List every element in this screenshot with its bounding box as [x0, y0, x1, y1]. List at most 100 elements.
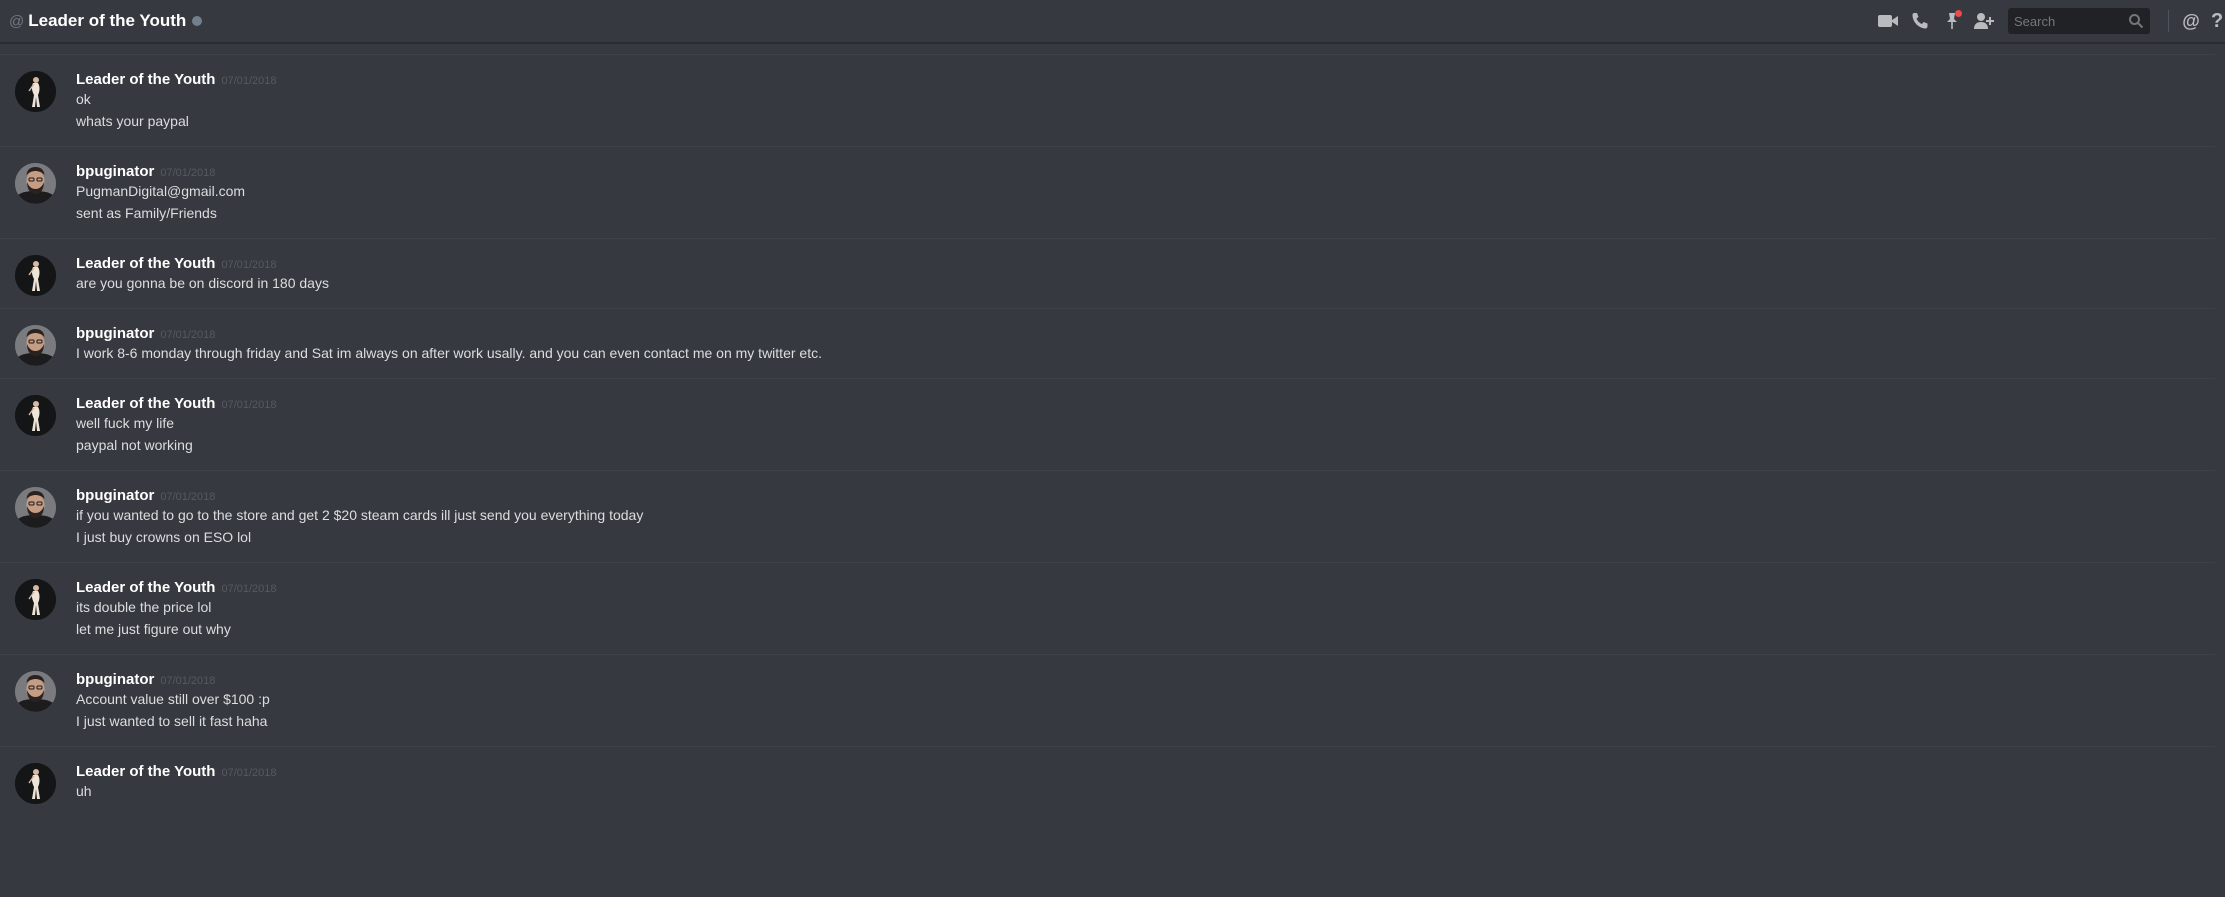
- avatar-figure-icon: [15, 763, 56, 804]
- username[interactable]: Leader of the Youth: [76, 71, 215, 88]
- message-header: bpuginator 07/01/2018: [76, 325, 2215, 342]
- help-button[interactable]: ?: [2211, 9, 2225, 33]
- toolbar-divider: [2168, 10, 2169, 32]
- avatar-figure-icon: [15, 395, 56, 436]
- message-group: bpuginator 07/01/2018 I work 8-6 monday th…: [0, 308, 2215, 378]
- message-text: its double the price lol: [76, 599, 212, 615]
- message-text: PugmanDigital@gmail.com: [76, 183, 246, 199]
- message-content: Leader of the Youth 07/01/2018 ok whats you…: [76, 71, 2215, 132]
- message-text: paypal not working: [76, 437, 193, 453]
- timestamp: 07/01/2018: [160, 329, 216, 341]
- channel-title: Leader of the Youth: [28, 11, 187, 30]
- message-header: Leader of the Youth 07/01/2018: [76, 255, 2215, 272]
- message-text: well fuck my life: [76, 415, 175, 431]
- timestamp: 07/01/2018: [160, 167, 216, 179]
- message-group: bpuginator 07/01/2018 PugmanDigital@gmail.…: [0, 146, 2215, 238]
- avatar[interactable]: [15, 579, 56, 620]
- message-header: bpuginator 07/01/2018: [76, 487, 2215, 504]
- timestamp: 07/01/2018: [221, 75, 277, 87]
- timestamp: 07/01/2018: [221, 583, 277, 595]
- video-call-icon: [1878, 15, 1898, 27]
- add-friend-icon: [1974, 13, 1994, 29]
- mentions-button[interactable]: @: [2179, 9, 2203, 33]
- message-header: Leader of the Youth 07/01/2018: [76, 71, 2215, 88]
- message-group: Leader of the Youth 07/01/2018 uh: [0, 746, 2215, 816]
- channel-header: @ Leader of the Youth @: [0, 0, 2225, 43]
- message-list: Leader of the Youth 07/01/2018 ok whats you…: [0, 54, 2225, 816]
- username[interactable]: Leader of the Youth: [76, 395, 215, 412]
- message-content: Leader of the Youth 07/01/2018 are you gon…: [76, 255, 2215, 294]
- message-content: Leader of the Youth 07/01/2018 its double …: [76, 579, 2215, 640]
- timestamp: 07/01/2018: [221, 259, 277, 271]
- avatar[interactable]: [15, 255, 56, 296]
- search-input[interactable]: [2008, 12, 2126, 30]
- message-group: Leader of the Youth 07/01/2018 ok whats you…: [0, 54, 2215, 146]
- message-text: are you gonna be on discord in 180 days: [76, 275, 329, 291]
- avatar-figure-icon: [15, 71, 56, 112]
- username[interactable]: Leader of the Youth: [76, 255, 215, 272]
- message-group: Leader of the Youth 07/01/2018 are you gon…: [0, 238, 2215, 308]
- message-header: Leader of the Youth 07/01/2018: [76, 395, 2215, 412]
- message-content: bpuginator 07/01/2018 I work 8-6 monday th…: [76, 325, 2215, 364]
- timestamp: 07/01/2018: [160, 675, 216, 687]
- message-text: I work 8-6 monday through friday and Sat…: [76, 345, 822, 361]
- avatar[interactable]: [15, 163, 56, 204]
- avatar-man-icon: [15, 325, 56, 366]
- avatar[interactable]: [15, 395, 56, 436]
- message-text: I just wanted to sell it fast haha: [76, 713, 268, 729]
- message-text: sent as Family/Friends: [76, 205, 217, 221]
- avatar[interactable]: [15, 325, 56, 366]
- message-content: bpuginator 07/01/2018 Account value still …: [76, 671, 2215, 732]
- avatar-man-icon: [15, 163, 56, 204]
- search-icon: [2129, 14, 2144, 29]
- header-toolbar: @ ?: [1872, 0, 2225, 42]
- avatar[interactable]: [15, 487, 56, 528]
- username[interactable]: bpuginator: [76, 487, 154, 504]
- add-friend-button[interactable]: [1972, 9, 1996, 33]
- message-header: Leader of the Youth 07/01/2018: [76, 579, 2215, 596]
- unread-badge: [1955, 10, 1962, 17]
- timestamp: 07/01/2018: [221, 399, 277, 411]
- username[interactable]: Leader of the Youth: [76, 763, 215, 780]
- message-content: Leader of the Youth 07/01/2018 well fuck m…: [76, 395, 2215, 456]
- message-group: bpuginator 07/01/2018 Account value still …: [0, 654, 2215, 746]
- username[interactable]: bpuginator: [76, 163, 154, 180]
- status-indicator: [192, 16, 203, 26]
- message-text: whats your paypal: [76, 113, 189, 129]
- message-text: I just buy crowns on ESO lol: [76, 529, 252, 545]
- message-content: bpuginator 07/01/2018 PugmanDigital@gmail.…: [76, 163, 2215, 224]
- avatar-figure-icon: [15, 255, 56, 296]
- message-header: bpuginator 07/01/2018: [76, 671, 2215, 688]
- timestamp: 07/01/2018: [221, 767, 277, 779]
- dm-window: @ Leader of the Youth @: [0, 0, 2225, 897]
- message-group: Leader of the Youth 07/01/2018 its double …: [0, 562, 2215, 654]
- message-header: bpuginator 07/01/2018: [76, 163, 2215, 180]
- avatar[interactable]: [15, 71, 56, 112]
- message-content: bpuginator 07/01/2018 if you wanted to go …: [76, 487, 2215, 548]
- username[interactable]: Leader of the Youth: [76, 579, 215, 596]
- message-header: Leader of the Youth 07/01/2018: [76, 763, 2215, 780]
- message-text: ok: [76, 91, 91, 107]
- phone-icon: [1912, 13, 1928, 29]
- message-content: Leader of the Youth 07/01/2018 uh: [76, 763, 2215, 802]
- avatar-man-icon: [15, 487, 56, 528]
- avatar[interactable]: [15, 671, 56, 712]
- username[interactable]: bpuginator: [76, 671, 154, 688]
- help-icon: ?: [2211, 9, 2224, 32]
- timestamp: 07/01/2018: [160, 491, 216, 503]
- username[interactable]: bpuginator: [76, 325, 154, 342]
- message-group: Leader of the Youth 07/01/2018 well fuck m…: [0, 378, 2215, 470]
- message-text: Account value still over $100 :p: [76, 691, 270, 707]
- pinned-messages-button[interactable]: [1940, 9, 1964, 33]
- avatar-figure-icon: [15, 579, 56, 620]
- search-box[interactable]: [2008, 8, 2150, 34]
- video-call-button[interactable]: [1876, 9, 1900, 33]
- voice-call-button[interactable]: [1908, 9, 1932, 33]
- message-text: let me just figure out why: [76, 621, 231, 637]
- mentions-icon: @: [2182, 10, 2200, 31]
- message-group: bpuginator 07/01/2018 if you wanted to go …: [0, 470, 2215, 562]
- avatar-man-icon: [15, 671, 56, 712]
- at-icon: @: [9, 12, 25, 30]
- message-text: if you wanted to go to the store and get…: [76, 507, 644, 523]
- avatar[interactable]: [15, 763, 56, 804]
